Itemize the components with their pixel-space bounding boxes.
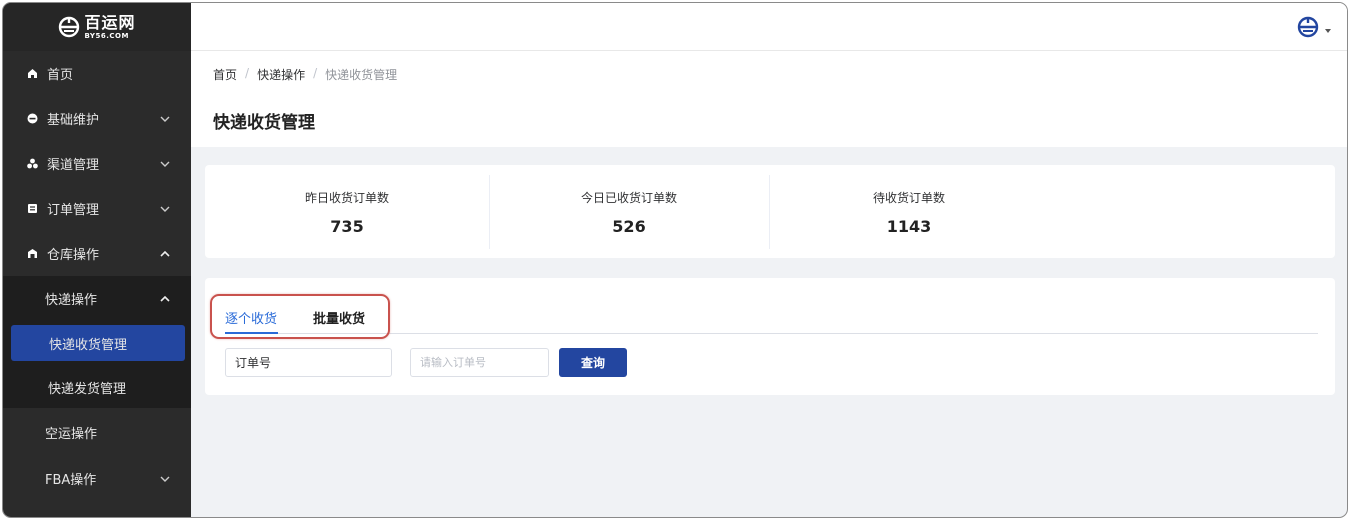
receive-card: 逐个收货 批量收货 订单号 查询 — [205, 278, 1335, 395]
query-button[interactable]: 查询 — [559, 348, 627, 377]
sidebar-item-express-ship[interactable]: 快递发货管理 — [3, 366, 191, 408]
sidebar-item-orders[interactable]: 订单管理 — [3, 186, 191, 231]
sidebar-item-label: FBA操作 — [45, 473, 97, 488]
home-icon — [25, 67, 39, 81]
sidebar-item-express-ops[interactable]: 快递操作 — [3, 276, 191, 321]
warehouse-submenu: 快递操作 快递收货管理 快递发货管理 — [3, 276, 191, 408]
sidebar-item-label: 仓库操作 — [47, 248, 100, 263]
logo[interactable]: 百运网 BY56.COM — [3, 3, 191, 51]
breadcrumb-separator: / — [313, 66, 318, 80]
stat-label: 待收货订单数 — [872, 191, 945, 205]
chevron-down-icon — [159, 473, 171, 485]
stat-yesterday: 昨日收货订单数 735 — [205, 165, 489, 258]
circle-minus-icon — [25, 112, 39, 126]
sidebar-item-label: 首页 — [47, 68, 74, 83]
sidebar-item-label: 快递操作 — [45, 293, 98, 308]
stat-label: 今日已收货订单数 — [580, 191, 677, 205]
breadcrumb-separator: / — [245, 66, 250, 80]
sidebar-item-channel[interactable]: 渠道管理 — [3, 141, 191, 186]
sidebar-item-home[interactable]: 首页 — [3, 51, 191, 96]
sidebar-item-label: 订单管理 — [47, 203, 100, 218]
page-title: 快递收货管理 — [213, 113, 315, 133]
stat-pending: 待收货订单数 1143 — [769, 165, 1049, 258]
order-number-field[interactable] — [410, 348, 549, 377]
breadcrumb: 首页 / 快递操作 / 快递收货管理 — [213, 66, 397, 83]
sidebar-item-label: 基础维护 — [47, 113, 100, 128]
sidebar-item-label: 快递发货管理 — [47, 381, 126, 397]
sidebar-item-label: 渠道管理 — [47, 158, 100, 173]
stats-card: 昨日收货订单数 735 今日已收货订单数 526 待收货订单数 1143 — [205, 165, 1335, 258]
chevron-up-icon — [159, 293, 171, 305]
sidebar: 百运网 BY56.COM 首页 基础维护 渠道管理 订单管理 仓库操作 快递操作… — [3, 3, 191, 517]
search-type-select[interactable]: 订单号 — [225, 348, 392, 377]
chevron-down-icon — [159, 158, 171, 170]
logo-icon — [59, 16, 80, 38]
page-header: 首页 / 快递操作 / 快递收货管理 快递收货管理 — [191, 51, 1347, 147]
chevron-down-icon — [159, 203, 171, 215]
logo-text: 百运网 — [84, 12, 136, 32]
chevron-up-icon — [159, 248, 171, 260]
stat-today: 今日已收货订单数 526 — [489, 165, 769, 258]
avatar[interactable] — [1297, 16, 1319, 38]
cluster-icon — [25, 157, 39, 171]
sidebar-item-air-ops[interactable]: 空运操作 — [3, 408, 191, 456]
stat-value: 526 — [612, 217, 646, 236]
order-number-input[interactable] — [420, 356, 548, 369]
tabs-highlight-box — [210, 294, 390, 339]
sidebar-item-warehouse[interactable]: 仓库操作 — [3, 231, 191, 276]
stat-value: 735 — [330, 217, 364, 236]
app-window: 百运网 BY56.COM 首页 基础维护 渠道管理 订单管理 仓库操作 快递操作… — [2, 2, 1348, 518]
sidebar-item-fba-ops[interactable]: FBA操作 — [3, 456, 191, 501]
sidebar-item-basic-maintenance[interactable]: 基础维护 — [3, 96, 191, 141]
sidebar-item-label: 快递收货管理 — [48, 337, 127, 353]
sidebar-item-express-receive[interactable]: 快递收货管理 — [11, 325, 185, 361]
breadcrumb-current: 快递收货管理 — [325, 68, 398, 82]
logo-subtext: BY56.COM — [84, 31, 129, 40]
breadcrumb-express-ops[interactable]: 快递操作 — [257, 66, 305, 83]
breadcrumb-home[interactable]: 首页 — [213, 66, 237, 83]
caret-down-icon[interactable] — [1324, 27, 1332, 35]
top-bar — [191, 3, 1347, 51]
warehouse-icon — [25, 247, 39, 261]
sidebar-item-label: 空运操作 — [45, 426, 98, 442]
stat-value: 1143 — [886, 217, 932, 236]
stat-label: 昨日收货订单数 — [304, 191, 389, 205]
list-icon — [25, 202, 39, 216]
chevron-down-icon — [159, 113, 171, 125]
search-type-value: 订单号 — [235, 356, 272, 370]
